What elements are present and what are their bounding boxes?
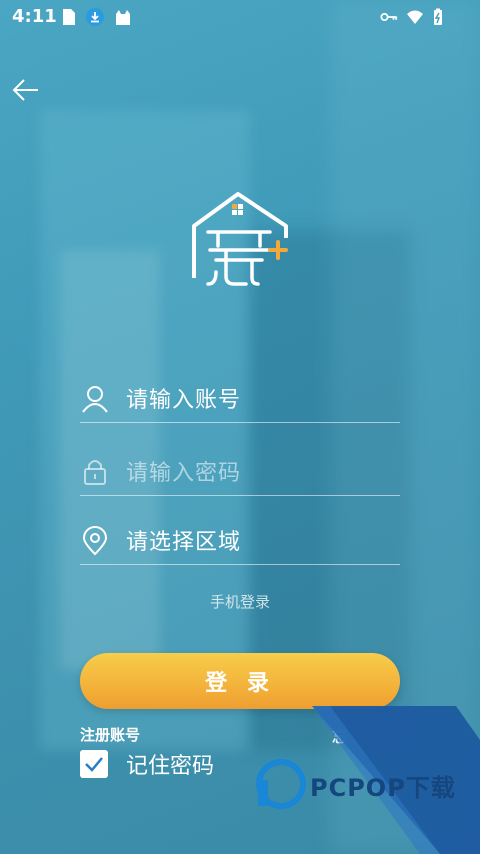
background-image [0,0,480,854]
region-field[interactable]: 请选择区域 [80,520,400,565]
sim-icon [63,9,75,25]
login-button[interactable]: 登 录 [80,653,400,709]
remember-checkbox[interactable] [80,750,108,778]
location-pin-icon [82,526,108,556]
status-bar: 4:11 [0,0,480,34]
phone-login-link[interactable]: 手机登录 [0,591,480,612]
app-logo [192,192,288,286]
wifi-icon [407,10,423,24]
user-icon [82,386,108,413]
lock-icon [84,460,106,485]
forgot-password-link[interactable]: 忘 [332,726,347,747]
arrow-left-icon[interactable] [8,72,44,108]
status-time: 4:11 [12,6,57,27]
region-select[interactable]: 请选择区域 [126,524,241,556]
key-icon [380,12,398,22]
password-input[interactable]: 请输入密码 [126,455,241,487]
battery-icon [434,8,442,25]
remember-label: 记住密码 [126,754,215,779]
register-link[interactable]: 注册账号 [80,724,140,745]
download-icon [86,8,104,26]
password-field[interactable]: 请输入密码 [80,451,400,496]
username-field[interactable]: 请输入账号 [80,378,400,423]
cat-icon [116,10,130,25]
username-input[interactable]: 请输入账号 [126,382,241,414]
